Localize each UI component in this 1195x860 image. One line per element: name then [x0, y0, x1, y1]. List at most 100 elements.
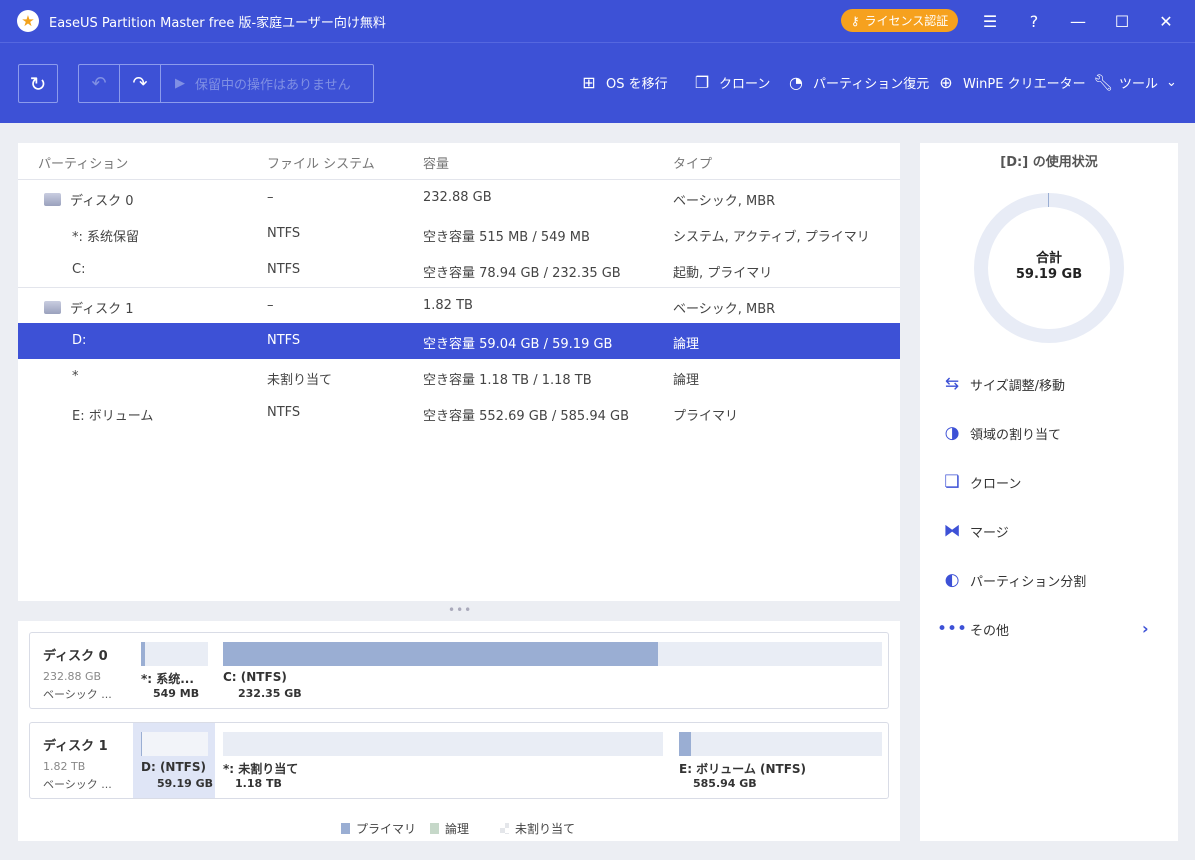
disk-type: ベーシック ...	[43, 778, 112, 791]
total-label: 合計	[1035, 251, 1062, 266]
window-title: EaseUS Partition Master free 版-家庭ユーザー向け無…	[49, 15, 386, 31]
disk-card-0[interactable]: ディスク 0 232.88 GB ベーシック ... *: 系统... 549 …	[29, 632, 889, 709]
legend-unallocated: 未割り当て	[500, 820, 575, 837]
action-merge[interactable]: ⧓ マージ	[942, 521, 1009, 541]
undo-button[interactable]: ↶	[79, 65, 120, 102]
partition-label: C: (NTFS)	[223, 670, 287, 684]
action-label: マージ	[970, 525, 1009, 541]
redo-button[interactable]: ↷	[120, 65, 161, 102]
apply-pending-button[interactable]: ▶ 保留中の操作はありません	[161, 65, 351, 102]
header-partition[interactable]: パーティション	[38, 153, 128, 172]
refresh-button[interactable]: ↻	[18, 64, 58, 103]
merge-icon: ⧓	[943, 521, 961, 541]
partition-name: *	[72, 369, 79, 384]
legend-label: 未割り当て	[515, 822, 576, 836]
header-capacity[interactable]: 容量	[423, 153, 449, 172]
minimize-icon[interactable]: —	[1065, 8, 1091, 34]
menu-icon[interactable]: ☰	[977, 8, 1003, 34]
toolbar-os-migrate[interactable]: ⊞ OS を移行	[580, 73, 667, 92]
partition-capacity: 空き容量 78.94 GB / 232.35 GB	[423, 266, 621, 281]
total-value: 59.19 GB	[1015, 267, 1083, 282]
disk-icon	[44, 193, 61, 206]
partition-size: 585.94 GB	[693, 777, 757, 790]
action-allocate-space[interactable]: ◑ 領域の割り当て	[942, 423, 1061, 443]
legend-label: 論理	[445, 822, 470, 836]
table-row[interactable]: *: 系统保留 NTFS 空き容量 515 MB / 549 MB システム, …	[18, 216, 900, 252]
table-header: パーティション ファイル システム 容量 タイプ	[18, 143, 900, 180]
toolbar-item-label: クローン	[719, 77, 771, 92]
usage-total: 合計 59.19 GB	[974, 251, 1124, 283]
license-button[interactable]: ⚷ ライセンス認証	[841, 9, 958, 32]
split-icon: ◐	[944, 570, 960, 590]
partition-label: D: (NTFS)	[141, 760, 206, 774]
partition-size: 1.18 TB	[235, 777, 282, 790]
partition-bar	[141, 732, 208, 756]
usage-panel: [D:] の使用状況 合計 59.19 GB ⇆ サイズ調整/移動 ◑ 領域の割…	[920, 143, 1178, 841]
disk-size: 232.88 GB	[43, 670, 102, 683]
action-label: サイズ調整/移動	[970, 378, 1065, 394]
header-filesystem[interactable]: ファイル システム	[267, 153, 375, 172]
partition-type: ベーシック, MBR	[673, 194, 776, 209]
partition-label: *: 未割り当て	[223, 762, 299, 776]
unallocated-bar	[223, 732, 663, 756]
panel-splitter-handle[interactable]: •••	[448, 603, 472, 617]
partition-block[interactable]: *: 未割り当て 1.18 TB	[223, 732, 663, 794]
maximize-icon[interactable]: ☐	[1109, 8, 1135, 34]
partition-block[interactable]: E: ボリューム (NTFS) 585.94 GB	[679, 732, 882, 794]
partition-name: *: 系统保留	[72, 230, 140, 245]
refresh-icon: ↻	[29, 71, 47, 96]
table-row[interactable]: ディスク 1 – 1.82 TB ベーシック, MBR	[18, 287, 900, 323]
partition-block-selected[interactable]: D: (NTFS) 59.19 GB	[141, 732, 213, 794]
action-more[interactable]: ••• その他	[937, 619, 1009, 639]
action-resize-move[interactable]: ⇆ サイズ調整/移動	[942, 374, 1065, 394]
partition-block[interactable]: *: 系统... 549 MB	[141, 642, 208, 704]
partition-bar	[679, 732, 882, 756]
close-icon[interactable]: ✕	[1153, 8, 1179, 34]
license-label: ライセンス認証	[864, 14, 949, 28]
disk-map: ディスク 0 232.88 GB ベーシック ... *: 系统... 549 …	[18, 621, 900, 841]
partition-name: ディスク 0	[44, 190, 134, 209]
disk-icon	[44, 301, 61, 314]
legend-swatch	[430, 823, 439, 834]
toolbar: ↻ ↶ ↷ ▶ 保留中の操作はありません ⊞ OS を移行 ❐ クローン ◔ パ…	[0, 42, 1195, 123]
action-clone[interactable]: ❏ クローン	[942, 472, 1021, 492]
toolbar-clone[interactable]: ❐ クローン	[693, 73, 771, 92]
chevron-right-icon[interactable]: ›	[1142, 619, 1149, 638]
table-row[interactable]: C: NTFS 空き容量 78.94 GB / 232.35 GB 起動, プラ…	[18, 252, 900, 288]
wrench-icon: 🔧︎	[1093, 73, 1114, 92]
disk-card-1[interactable]: ディスク 1 1.82 TB ベーシック ... D: (NTFS) 59.19…	[29, 722, 889, 799]
action-label: パーティション分割	[970, 574, 1087, 590]
toolbar-item-label: WinPE クリエーター	[963, 77, 1086, 92]
help-icon[interactable]: ?	[1021, 8, 1047, 34]
operation-group: ↶ ↷ ▶ 保留中の操作はありません	[78, 64, 374, 103]
legend-label: プライマリ	[356, 822, 417, 836]
partition-name: E: ボリューム	[72, 409, 154, 424]
resize-icon: ⇆	[944, 374, 960, 394]
partition-type: 起動, プライマリ	[673, 266, 773, 281]
legend-primary: プライマリ	[341, 820, 416, 837]
title-bar: ★ EaseUS Partition Master free 版-家庭ユーザー向…	[0, 0, 1195, 42]
toolbar-partition-recovery[interactable]: ◔ パーティション復元	[787, 73, 929, 92]
toolbar-tools[interactable]: 🔧︎ ツール ⌄	[1093, 73, 1177, 92]
header-type[interactable]: タイプ	[673, 153, 712, 172]
pie-icon: ◔	[789, 73, 803, 92]
partition-block[interactable]: C: (NTFS) 232.35 GB	[223, 642, 882, 704]
legend-swatch	[341, 823, 350, 834]
partition-used-fill	[679, 732, 691, 756]
action-label: 領域の割り当て	[970, 427, 1062, 443]
table-row[interactable]: * 未割り当て 空き容量 1.18 TB / 1.18 TB 論理	[18, 359, 900, 395]
app-logo-icon: ★	[17, 10, 39, 32]
table-row-selected[interactable]: D: NTFS 空き容量 59.04 GB / 59.19 GB 論理	[18, 323, 900, 359]
partition-size: 232.35 GB	[238, 687, 302, 700]
partition-capacity: 空き容量 515 MB / 549 MB	[423, 230, 590, 245]
legend-logical: 論理	[430, 820, 469, 837]
table-row[interactable]: ディスク 0 – 232.88 GB ベーシック, MBR	[18, 180, 900, 216]
action-split[interactable]: ◐ パーティション分割	[942, 570, 1087, 590]
undo-icon: ↶	[91, 73, 107, 94]
usage-donut-used-mark	[1048, 193, 1049, 207]
partition-fs: NTFS	[267, 226, 301, 241]
toolbar-winpe[interactable]: ⊕ WinPE クリエーター	[937, 73, 1086, 92]
partition-fs: –	[267, 298, 274, 313]
table-row[interactable]: E: ボリューム NTFS 空き容量 552.69 GB / 585.94 GB…	[18, 395, 900, 431]
partition-bar	[141, 642, 208, 666]
